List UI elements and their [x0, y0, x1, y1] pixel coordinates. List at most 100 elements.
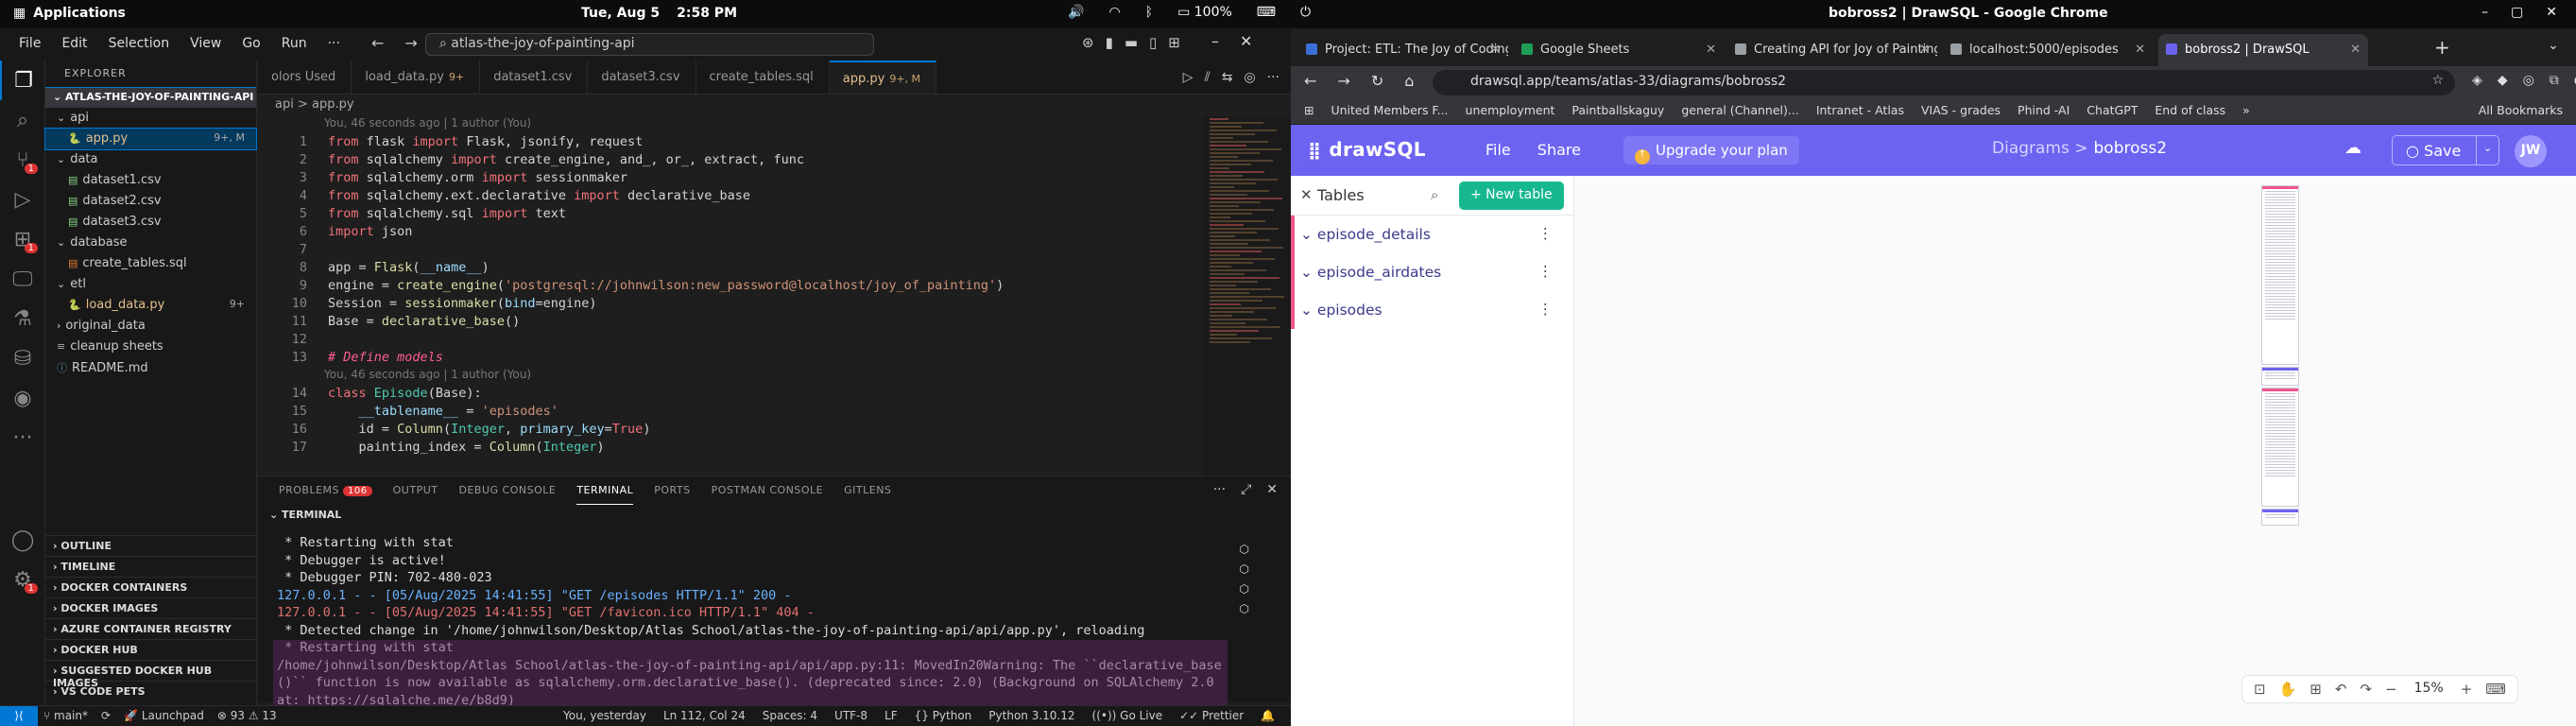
project-root-folder[interactable]: ⌄ ATLAS-THE-JOY-OF-PAINTING-API [45, 87, 256, 108]
chrome-tab[interactable]: Creating API for Joy of Painting ✕ [1727, 34, 1937, 66]
table-card[interactable] [2261, 185, 2299, 365]
source-control-icon[interactable]: ⑂ 1 [0, 140, 45, 180]
tab-problems[interactable]: PROBLEMS 106 [279, 484, 372, 505]
tab-gitlens[interactable]: GITLENS [844, 484, 891, 505]
search-icon[interactable]: ⌕ [1431, 186, 1438, 203]
chrome-tab[interactable]: Project: ETL: The Joy of Coding ✕ [1298, 34, 1508, 66]
more-actions-icon[interactable]: ··· [1267, 70, 1279, 94]
bookmark-item[interactable]: ChatGPT [2087, 103, 2138, 124]
run-debug-icon[interactable]: ▷ [0, 180, 45, 219]
editor-tab[interactable]: olors Used [258, 60, 352, 94]
pan-hand-icon[interactable]: ✋ [2279, 681, 2297, 698]
tree-item[interactable]: 🐍 load_data.py 9+ [45, 295, 256, 316]
menu-go[interactable]: Go [242, 36, 260, 51]
toggle-sidebar-icon[interactable]: ▮ [1106, 34, 1113, 51]
problems-indicator[interactable]: ⊗ 93 ⚠ 13 [217, 709, 277, 722]
fit-view-icon[interactable]: ⊡ [2254, 681, 2266, 698]
address-bar[interactable]: drawsql.app/teams/atlas-33/diagrams/bobr… [1433, 70, 2455, 95]
remote-explorer-icon[interactable]: 🖵 [0, 259, 45, 299]
extension-icon[interactable]: ◆ [2498, 73, 2508, 88]
tab-postman-console[interactable]: POSTMAN CONSOLE [712, 484, 824, 505]
close-tab-icon[interactable]: ✕ [1490, 43, 1501, 57]
applications-menu[interactable]: ▦ Applications [13, 6, 126, 21]
sidebar-section[interactable]: › TIMELINE [45, 556, 257, 577]
tab-ports[interactable]: PORTS [654, 484, 690, 505]
tree-item[interactable]: ≡ cleanup sheets [45, 337, 256, 357]
tree-item[interactable]: ⌄ api [45, 108, 256, 129]
apps-grid-icon[interactable]: ⊞ [1304, 103, 1314, 124]
terminal-instance-icon[interactable]: ⬡ [1240, 543, 1249, 556]
terminal-header[interactable]: ⌄ TERMINAL [258, 505, 1291, 526]
sidebar-section[interactable]: › DOCKER HUB [45, 639, 257, 660]
reload-icon[interactable]: ↻ [1371, 72, 1383, 90]
github-icon[interactable]: ◉ [0, 378, 45, 418]
close-tab-icon[interactable]: ✕ [2350, 43, 2361, 57]
terminal-output[interactable]: * Restarting with stat * Debugger is act… [258, 526, 1291, 726]
tree-item[interactable]: ▤ dataset2.csv [45, 191, 256, 212]
file-menu[interactable]: File [1485, 141, 1511, 159]
run-file-icon[interactable]: ▷ [1183, 70, 1194, 94]
close-tab-icon[interactable]: ✕ [2135, 43, 2145, 57]
bookmark-item[interactable]: unemployment [1466, 103, 1555, 124]
tree-item[interactable]: › original_data [45, 316, 256, 337]
table-options-icon[interactable]: ⋮ [1538, 301, 1554, 318]
bluetooth-icon[interactable]: ᛒ [1145, 5, 1153, 20]
chrome-tab[interactable]: localhost:5000/episodes ✕ [1943, 34, 2153, 66]
diagram-canvas[interactable] [1574, 176, 2576, 726]
editor-tab[interactable]: app.py 9+, M [829, 60, 937, 94]
testing-icon[interactable]: ⚗ [0, 299, 45, 338]
command-center-search[interactable]: ⌕ atlas-the-joy-of-painting-api [425, 33, 874, 56]
toggle-panel-icon[interactable]: ▬ [1125, 34, 1138, 51]
tab-debug-console[interactable]: DEBUG CONSOLE [458, 484, 556, 505]
sidebar-section[interactable]: › OUTLINE [45, 535, 257, 556]
sync-icon[interactable]: ⟳ [101, 709, 111, 722]
extension-icon[interactable]: ◈ [2472, 73, 2482, 88]
table-card[interactable] [2261, 509, 2299, 526]
drawsql-logo[interactable]: ⣿ drawSQL [1308, 138, 1426, 161]
tab-search-chevron-icon[interactable]: ⌄ [2548, 38, 2559, 53]
table-list-item[interactable]: ⌄ episode_airdates ⋮ [1291, 253, 1573, 291]
close-tab-icon[interactable]: ✕ [1919, 43, 1930, 57]
line-endings[interactable]: LF [884, 709, 898, 722]
zoom-level[interactable]: 15% [2411, 681, 2447, 698]
new-tab-plus-icon[interactable]: + [2434, 36, 2450, 59]
table-list-item[interactable]: ⌄ episodes ⋮ [1291, 291, 1573, 329]
bookmark-item[interactable]: United Members F... [1331, 103, 1448, 124]
menu-view[interactable]: View [190, 36, 221, 51]
blame-status[interactable]: You, yesterday [563, 709, 646, 722]
bookmark-star-icon[interactable]: ☆ [2431, 73, 2444, 88]
upgrade-plan-button[interactable]: ↑ Upgrade your plan [1623, 136, 1799, 164]
more-bookmarks-chevron-icon[interactable]: » [2242, 103, 2250, 124]
menu-run[interactable]: Run [282, 36, 307, 51]
accounts-icon[interactable]: ◯ [0, 520, 45, 560]
minimap[interactable] [1204, 116, 1291, 475]
menu-selection[interactable]: Selection [109, 36, 170, 51]
clock[interactable]: Tue, Aug 5 2:58 PM [581, 6, 754, 21]
copilot-icon[interactable]: ⊛ [1082, 34, 1094, 51]
remote-indicator-icon[interactable]: ⟩⟨ [0, 706, 38, 726]
explorer-icon[interactable]: ❐ [0, 60, 45, 100]
diagram-name[interactable]: bobross2 [2094, 139, 2168, 158]
minimize-icon[interactable]: – [2482, 5, 2488, 20]
tree-item[interactable]: ▤ create_tables.sql [45, 253, 256, 274]
vscode-minimize-icon[interactable]: – [1211, 32, 1219, 50]
more-menu-icon[interactable]: ··· [328, 36, 340, 51]
go-live-button[interactable]: ((•)) Go Live [1092, 709, 1163, 722]
tree-item[interactable]: ⓘ README.md [45, 357, 256, 378]
close-panel-icon[interactable]: ✕ [1300, 186, 1313, 203]
extensions-puzzle-icon[interactable]: ⧉ [2550, 73, 2559, 88]
bookmark-item[interactable]: VIAS - grades [1921, 103, 2001, 124]
menu-edit[interactable]: Edit [61, 36, 87, 51]
back-arrow-icon[interactable]: ← [371, 34, 404, 52]
customize-layout-icon[interactable]: ⊞ [1168, 34, 1180, 51]
gitlens-compare-icon[interactable]: ⇆ [1222, 70, 1233, 94]
python-interpreter[interactable]: Python 3.10.12 [988, 709, 1074, 722]
avatar[interactable]: JW [2515, 135, 2547, 167]
extension-icon[interactable]: ◎ [2523, 73, 2534, 88]
bookmark-item[interactable]: End of class [2155, 103, 2225, 124]
tree-item[interactable]: ▤ dataset3.csv [45, 212, 256, 233]
close-tab-icon[interactable]: ✕ [1706, 43, 1716, 57]
sidebar-section[interactable]: › SUGGESTED DOCKER HUB IMAGES [45, 660, 257, 689]
maximize-panel-icon[interactable]: ⤢ [1241, 482, 1251, 497]
sidebar-section[interactable]: › DOCKER CONTAINERS [45, 577, 257, 597]
